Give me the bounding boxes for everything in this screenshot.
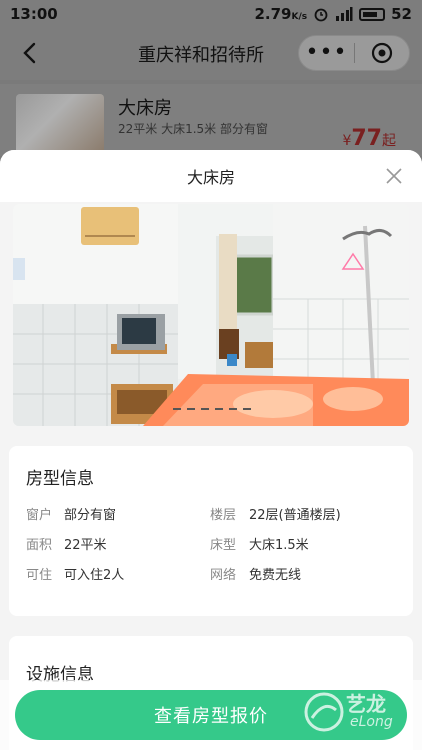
signal-icon [336,7,353,21]
chevron-left-icon [23,42,36,64]
status-bar: 13:00 2.79K/s 52 [0,0,422,28]
back-button[interactable] [14,38,44,68]
close-mini-program-button[interactable] [355,42,409,64]
info-row-area-bed: 面积 22平米 床型 大床1.5米 [26,534,406,564]
info-row-occupancy-network: 可住 可入住2人 网络 免费无线 [26,564,406,594]
room-info-card: 房型信息 窗户 部分有窗 楼层 22层(普通楼层) 面积 22平米 床型 大床1… [9,446,413,616]
room-thumbnail [16,94,104,154]
room-name: 大床房 [118,98,172,119]
sheet-title: 大床房 [186,168,235,187]
label-window: 窗户 [26,508,53,523]
network-speed: 2.79K/s [254,5,308,23]
value-window: 部分有窗 [64,508,117,523]
label-network: 网络 [210,568,237,583]
nav-bar: 重庆祥和招待所 ••• [0,28,422,80]
info-row-window-floor: 窗户 部分有窗 楼层 22层(普通楼层) [26,504,406,534]
room-specs: 22平米 大床1.5米 部分有窗 [118,122,268,136]
value-bed-type: 大床1.5米 [249,538,309,553]
value-floor: 22层(普通楼层) [249,508,341,523]
sheet-header: 大床房 [0,150,422,202]
target-icon [371,42,393,64]
status-indicators: 2.79K/s 52 [254,5,412,23]
elong-logo-icon [304,692,344,732]
elong-watermark: 艺龙 eLong [300,684,410,744]
room-info-grid: 窗户 部分有窗 楼层 22层(普通楼层) 面积 22平米 床型 大床1.5米 可… [26,504,406,594]
room-price: ¥77起 [342,126,396,151]
room-photo-illustration [13,204,409,426]
value-area: 22平米 [64,538,107,553]
label-area: 面积 [26,538,53,553]
label-floor: 楼层 [210,508,237,523]
watermark-en: eLong [350,714,393,730]
battery-level: 52 [391,5,412,23]
background-room-row: 大床房 22平米 大床1.5米 部分有窗 ¥77起 [0,84,422,156]
label-bed-type: 床型 [210,538,237,553]
value-occupancy: 可入住2人 [64,568,125,583]
mini-program-capsule: ••• [298,35,410,71]
status-time: 13:00 [10,5,58,23]
room-photo[interactable] [13,204,409,426]
label-occupancy: 可住 [26,568,53,583]
room-detail-sheet: 大床房 房型信息 窗户 部分有窗 楼层 22层(普通楼层) 面积 22平米 床型… [0,150,422,750]
room-info-title: 房型信息 [26,469,94,489]
battery-icon [359,7,386,21]
watermark-cn: 艺龙 [346,692,386,716]
alarm-icon [314,8,328,22]
close-icon[interactable] [384,166,404,186]
value-network: 免费无线 [249,568,302,583]
more-button[interactable]: ••• [299,38,354,68]
